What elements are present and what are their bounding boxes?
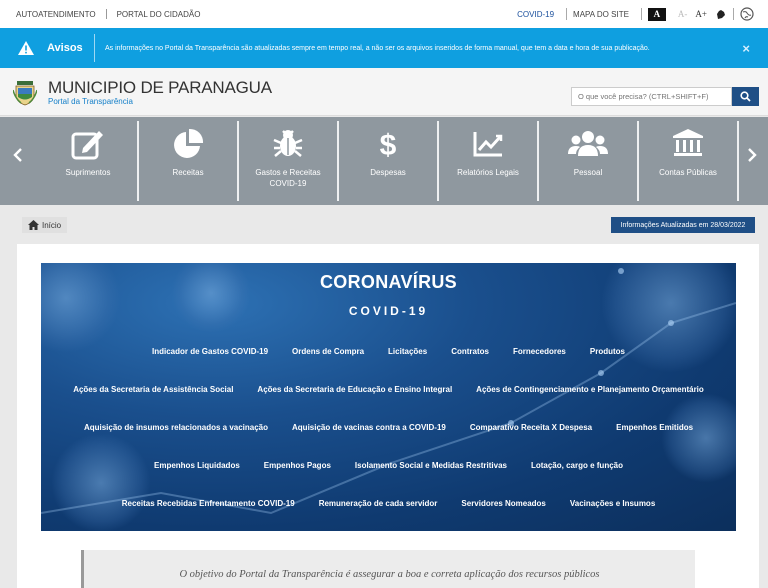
- globe-icon[interactable]: [740, 7, 754, 21]
- menu-divider: [737, 121, 739, 201]
- search-icon: [740, 91, 751, 102]
- covid-link[interactable]: Indicador de Gastos COVID-19: [152, 347, 268, 385]
- covid-link[interactable]: Empenhos Pagos: [264, 461, 331, 499]
- covid-link[interactable]: Ordens de Compra: [292, 347, 364, 385]
- carousel-prev-button[interactable]: [8, 145, 28, 165]
- site-map-link[interactable]: MAPA DO SITE: [573, 10, 629, 19]
- menu-item-contas[interactable]: Contas Públicas: [638, 117, 738, 205]
- menu-item-label: Relatórios Legais: [457, 168, 519, 177]
- menu-item-label: Contas Públicas: [659, 168, 717, 177]
- search-button[interactable]: [732, 87, 759, 106]
- links-row: Receitas Recebidas Enfrentamento COVID-1…: [41, 499, 736, 531]
- portal-cidadao-link[interactable]: PORTAL DO CIDADÃO: [117, 10, 211, 19]
- covid-link[interactable]: Contratos: [451, 347, 489, 385]
- breadcrumb-home[interactable]: Início: [42, 221, 61, 230]
- menu-item-pessoal[interactable]: Pessoal: [538, 117, 638, 205]
- svg-text:$: $: [380, 129, 397, 160]
- covid-link[interactable]: Licitações: [388, 347, 427, 385]
- links-row: Ações da Secretaria de Assistência Socia…: [41, 385, 736, 423]
- menu-item-label: Suprimentos: [65, 168, 111, 177]
- font-increase-button[interactable]: A+: [695, 9, 707, 19]
- virus-icon: [273, 130, 303, 157]
- notice-bar: Avisos As informações no Portal da Trans…: [0, 28, 768, 68]
- font-decrease-button[interactable]: A-: [678, 9, 688, 19]
- warning-icon: [18, 41, 34, 55]
- home-icon: [28, 220, 39, 230]
- separator: [566, 8, 568, 20]
- search-input[interactable]: [571, 87, 732, 106]
- links-row: Aquisição de insumos relacionados a vaci…: [41, 423, 736, 461]
- dollar-icon: $: [380, 129, 397, 160]
- users-icon: [568, 131, 608, 156]
- links-row: Empenhos Liquidados Empenhos Pagos Isola…: [41, 461, 736, 499]
- autoatendimento-link[interactable]: AUTOATENDIMENTO: [16, 10, 106, 19]
- covid-link[interactable]: Ações da Secretaria de Assistência Socia…: [73, 385, 233, 423]
- divider: [94, 34, 95, 62]
- menu-item-covid[interactable]: Gastos e Receitas COVID-19: [238, 117, 338, 205]
- menu-item-label: Receitas: [172, 168, 204, 177]
- contrast-button[interactable]: A: [647, 7, 666, 21]
- municipality-title: MUNICIPIO DE PARANAGUA: [48, 78, 272, 97]
- menu-item-label: Gastos e Receitas COVID-19: [255, 168, 321, 188]
- covid-link[interactable]: Aquisição de vacinas contra a COVID-19: [292, 423, 446, 461]
- covid-link[interactable]: Aquisição de insumos relacionados a vaci…: [84, 423, 268, 461]
- portal-subtitle[interactable]: Portal da Transparência: [48, 97, 133, 106]
- municipal-crest-logo: [13, 81, 37, 106]
- institution-icon: [673, 129, 703, 156]
- edit-icon: [71, 131, 103, 160]
- line-chart-icon: [473, 132, 503, 157]
- covid-link[interactable]: Isolamento Social e Medidas Restritivas: [355, 461, 507, 499]
- menu-item-suprimentos[interactable]: Suprimentos: [38, 117, 138, 205]
- menu-item-label: Pessoal: [573, 168, 603, 177]
- sign-language-icon[interactable]: [715, 8, 727, 20]
- menu-item-despesas[interactable]: $ Despesas: [338, 117, 438, 205]
- covid-link[interactable]: Produtos: [590, 347, 625, 385]
- separator: [640, 8, 642, 20]
- carousel-next-button[interactable]: [742, 145, 762, 165]
- covid-link[interactable]: COVID-19: [517, 10, 554, 19]
- banner-subtitle: COVID-19: [348, 304, 429, 318]
- updated-badge: Informações Atualizadas em 28/03/2022: [611, 217, 755, 233]
- covid-link[interactable]: Ações de Contingenciamento e Planejament…: [476, 385, 704, 423]
- covid-link[interactable]: Servidores Nomeados: [461, 499, 545, 531]
- covid-link[interactable]: Ações da Secretaria de Educação e Ensino…: [257, 385, 452, 423]
- covid-link[interactable]: Lotação, cargo e função: [531, 461, 623, 499]
- pie-chart-icon: [174, 128, 204, 158]
- notice-message: As informações no Portal da Transparênci…: [105, 44, 650, 52]
- covid-links: Indicador de Gastos COVID-19 Ordens de C…: [41, 347, 736, 531]
- menu-item-relatorios[interactable]: Relatórios Legais: [438, 117, 538, 205]
- quote-text: O objetivo do Portal da Transparência é …: [179, 569, 600, 580]
- covid-link[interactable]: Vacinações e Insumos: [570, 499, 655, 531]
- chevron-right-icon: [748, 148, 757, 162]
- chevron-left-icon: [13, 148, 22, 162]
- main-content: CORONAVÍRUS COVID-19 Indicador de Gastos…: [17, 244, 759, 588]
- banner-title: CORONAVÍRUS: [320, 272, 457, 292]
- breadcrumb[interactable]: Início: [22, 217, 68, 233]
- covid-banner: CORONAVÍRUS COVID-19 Indicador de Gastos…: [41, 263, 736, 531]
- links-row: Indicador de Gastos COVID-19 Ordens de C…: [41, 347, 736, 385]
- covid-link[interactable]: Empenhos Emitidos: [616, 423, 693, 461]
- covid-link[interactable]: Fornecedores: [513, 347, 566, 385]
- menu-carousel: Suprimentos Receitas Gastos e Receitas C…: [0, 117, 768, 205]
- separator: [105, 9, 107, 19]
- notice-title: Avisos: [47, 42, 83, 54]
- covid-link[interactable]: Receitas Recebidas Enfrentamento COVID-1…: [122, 499, 295, 531]
- objective-quote: O objetivo do Portal da Transparência é …: [81, 550, 695, 588]
- covid-link[interactable]: Remuneração de cada servidor: [319, 499, 438, 531]
- site-header: MUNICIPIO DE PARANAGUA Portal da Transpa…: [0, 68, 768, 116]
- covid-link[interactable]: Comparativo Receita X Despesa: [470, 423, 592, 461]
- close-icon[interactable]: ×: [742, 41, 750, 56]
- menu-item-receitas[interactable]: Receitas: [138, 117, 238, 205]
- covid-link[interactable]: Empenhos Liquidados: [154, 461, 240, 499]
- top-bar: AUTOATENDIMENTO PORTAL DO CIDADÃO COVID-…: [0, 0, 768, 28]
- separator: [733, 8, 734, 20]
- menu-item-label: Despesas: [370, 168, 406, 177]
